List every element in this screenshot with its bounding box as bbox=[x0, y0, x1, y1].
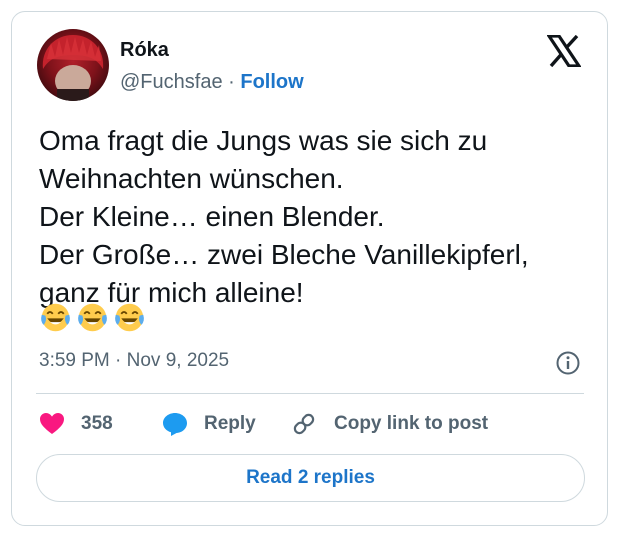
post-timestamp[interactable]: 3:59 PM · Nov 9, 2025 bbox=[39, 350, 229, 372]
reply-bubble-icon bbox=[163, 413, 187, 436]
x-logo-icon[interactable] bbox=[547, 35, 581, 67]
link-icon bbox=[293, 413, 315, 435]
like-button[interactable]: 358 bbox=[39, 409, 113, 439]
separator-dot: · bbox=[228, 71, 235, 93]
face-with-tears-of-joy-icon bbox=[41, 303, 70, 332]
reply-label: Reply bbox=[204, 413, 256, 434]
info-icon[interactable] bbox=[555, 350, 581, 376]
post-text-line: Oma fragt die Jungs was sie sich zu bbox=[39, 125, 488, 156]
post-text: Oma fragt die Jungs was sie sich zu Weih… bbox=[39, 122, 589, 312]
author-handle[interactable]: @Fuchsfae bbox=[120, 71, 223, 93]
follow-button[interactable]: Follow bbox=[240, 71, 303, 93]
heart-icon bbox=[40, 413, 64, 434]
author-meta: @Fuchsfae · Follow bbox=[120, 71, 304, 94]
read-replies-button[interactable]: Read 2 replies bbox=[36, 454, 585, 502]
copy-link-button[interactable]: Copy link to post bbox=[290, 409, 488, 439]
divider bbox=[36, 393, 584, 394]
like-count: 358 bbox=[81, 413, 113, 434]
reply-button[interactable]: Reply bbox=[162, 409, 256, 439]
post-text-line: Der Große… zwei Bleche Vanillekipferl, bbox=[39, 239, 529, 270]
avatar-image bbox=[42, 35, 104, 101]
emoji-row bbox=[39, 301, 150, 337]
copy-link-label: Copy link to post bbox=[334, 413, 489, 434]
post-text-line: Der Kleine… einen Blender. bbox=[39, 201, 385, 232]
embedded-post-card: Róka @Fuchsfae · Follow Oma fragt die Ju… bbox=[11, 11, 608, 526]
face-with-tears-of-joy-icon bbox=[78, 303, 107, 332]
post-text-line: Weihnachten wünschen. bbox=[39, 163, 344, 194]
face-with-tears-of-joy-icon bbox=[115, 303, 144, 332]
author-name[interactable]: Róka bbox=[120, 39, 169, 62]
avatar[interactable] bbox=[37, 29, 109, 101]
